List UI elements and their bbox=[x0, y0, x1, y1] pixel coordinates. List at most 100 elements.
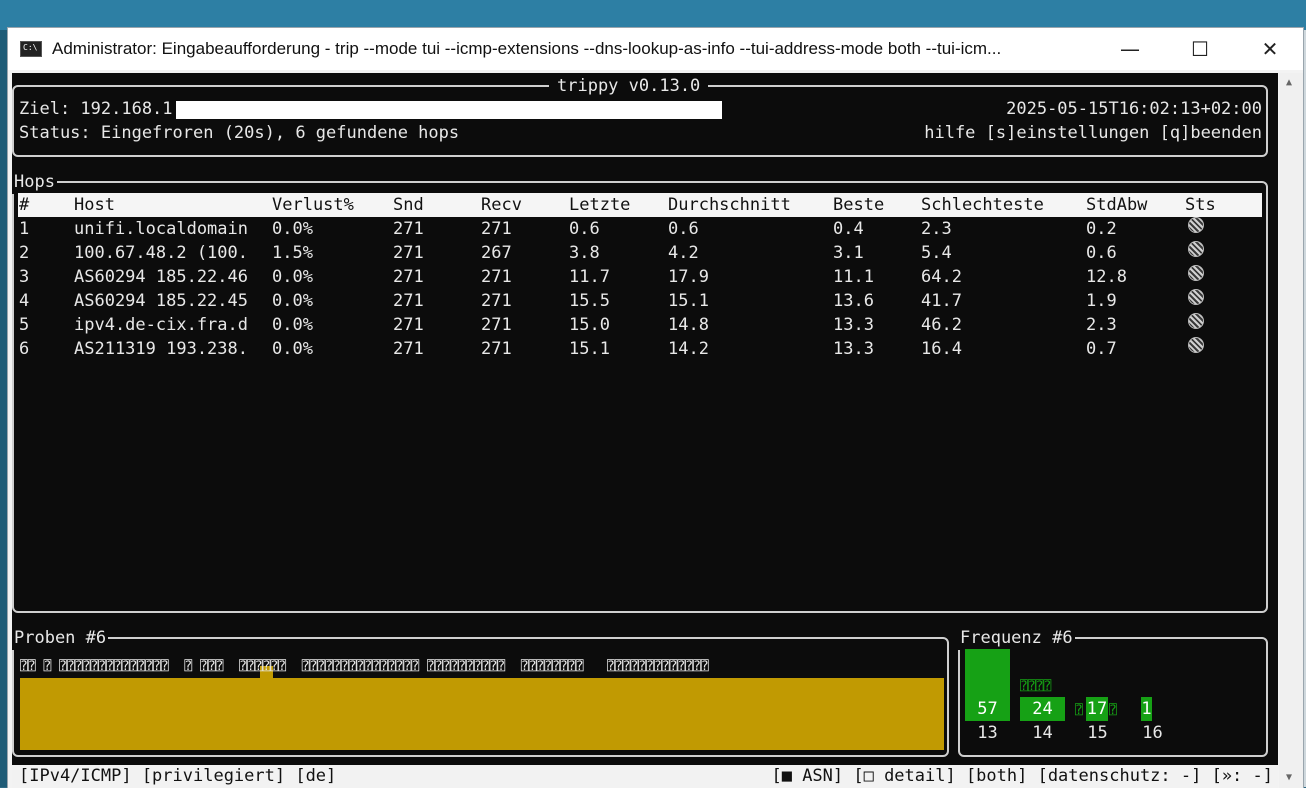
hop-recv: 271 bbox=[481, 339, 512, 359]
maximize-button[interactable]: ☐ bbox=[1170, 28, 1230, 70]
hop-snd: 271 bbox=[393, 243, 424, 263]
table-row[interactable]: 1 unifi.localdomain 0.0% 271 271 0.6 0.6… bbox=[18, 217, 1262, 241]
status-circle-icon bbox=[1188, 265, 1204, 281]
table-row[interactable]: 2 100.67.48.2 (100. 1.5% 271 267 3.8 4.2… bbox=[18, 241, 1262, 265]
hop-worst: 5.4 bbox=[921, 243, 952, 263]
freq-value-16: 1 bbox=[1141, 699, 1152, 719]
window-title: Administrator: Eingabeaufforderung - tri… bbox=[52, 39, 1002, 58]
col-last[interactable]: Letzte bbox=[569, 193, 630, 217]
hop-avg: 0.6 bbox=[668, 219, 699, 239]
hop-stddev: 12.8 bbox=[1086, 267, 1127, 287]
status-text: Status: Eingefroren (20s), 6 gefundene h… bbox=[19, 123, 460, 143]
close-button[interactable]: ✕ bbox=[1240, 28, 1300, 70]
hop-stddev: 1.9 bbox=[1086, 291, 1117, 311]
hop-snd: 271 bbox=[393, 219, 424, 239]
hop-best: 13.3 bbox=[833, 339, 874, 359]
freq-value-13: 57 bbox=[977, 699, 998, 719]
desktop-background bbox=[0, 0, 1306, 30]
col-host[interactable]: Host bbox=[74, 193, 115, 217]
samples-title: Proben #6 bbox=[12, 626, 109, 650]
hops-panel: Hops # Host Verlust% Snd Recv Letzte Dur… bbox=[12, 170, 1268, 613]
freq-glyph-14: ⍰⍰⍰⍰ bbox=[1020, 679, 1052, 694]
hop-last: 3.8 bbox=[569, 243, 600, 263]
hop-host: ipv4.de-cix.fra.d bbox=[74, 315, 248, 335]
footer-bar: [IPv4/ICMP] [privilegiert] [de] [■ ASN] … bbox=[12, 765, 1278, 788]
col-status[interactable]: Sts bbox=[1185, 193, 1216, 217]
status-circle-icon bbox=[1188, 313, 1204, 329]
help-hint: hilfe [s]einstellungen [q]beenden bbox=[924, 123, 1262, 143]
hop-index: 2 bbox=[19, 243, 30, 263]
scrollbar[interactable] bbox=[1279, 73, 1303, 788]
status-circle-icon bbox=[1188, 289, 1204, 305]
header-panel: trippy v0.13.0 Ziel: 192.168.1 2025-05-1… bbox=[12, 74, 1268, 157]
hop-best: 13.3 bbox=[833, 315, 874, 335]
hop-stddev: 0.2 bbox=[1086, 219, 1117, 239]
table-row[interactable]: 4 AS60294 185.22.45 0.0% 271 271 15.5 15… bbox=[18, 289, 1262, 313]
hop-worst: 2.3 bbox=[921, 219, 952, 239]
freq-glyph-15-right: ⍰ bbox=[1109, 703, 1117, 718]
hop-worst: 46.2 bbox=[921, 315, 962, 335]
hop-stddev: 2.3 bbox=[1086, 315, 1117, 335]
col-index: # bbox=[19, 195, 30, 215]
col-best[interactable]: Beste bbox=[833, 193, 884, 217]
timestamp: 2025-05-15T16:02:13+02:00 bbox=[1006, 99, 1262, 119]
samples-bar bbox=[20, 678, 944, 750]
hop-index: 3 bbox=[19, 267, 30, 287]
hop-loss: 0.0% bbox=[272, 291, 313, 311]
hop-recv: 271 bbox=[481, 315, 512, 335]
hop-last: 15.0 bbox=[569, 315, 610, 335]
frequency-title: Frequenz #6 bbox=[958, 626, 1075, 650]
cmd-icon bbox=[20, 41, 42, 57]
status-circle-icon bbox=[1188, 241, 1204, 257]
hop-stddev: 0.6 bbox=[1086, 243, 1117, 263]
scroll-down-icon[interactable]: ▼ bbox=[1286, 772, 1292, 783]
freq-label-13: 13 bbox=[977, 723, 998, 743]
hop-recv: 271 bbox=[481, 291, 512, 311]
hop-loss: 0.0% bbox=[272, 339, 313, 359]
hop-snd: 271 bbox=[393, 339, 424, 359]
col-recv[interactable]: Recv bbox=[481, 193, 522, 217]
hop-worst: 16.4 bbox=[921, 339, 962, 359]
table-header: # Host Verlust% Snd Recv Letzte Durchsch… bbox=[18, 193, 1262, 217]
hop-recv: 267 bbox=[481, 243, 512, 263]
hop-index: 4 bbox=[19, 291, 30, 311]
table-row[interactable]: 3 AS60294 185.22.46 0.0% 271 271 11.7 17… bbox=[18, 265, 1262, 289]
hop-loss: 0.0% bbox=[272, 315, 313, 335]
hop-best: 11.1 bbox=[833, 267, 874, 287]
hop-host: AS211319 193.238. bbox=[74, 339, 248, 359]
terminal-area[interactable]: trippy v0.13.0 Ziel: 192.168.1 2025-05-1… bbox=[12, 73, 1278, 788]
scroll-up-icon[interactable]: ▲ bbox=[1286, 77, 1292, 88]
col-stddev[interactable]: StdAbw bbox=[1086, 193, 1147, 217]
col-avg[interactable]: Durchschnitt bbox=[668, 193, 791, 217]
hop-best: 0.4 bbox=[833, 219, 864, 239]
table-row[interactable]: 5 ipv4.de-cix.fra.d 0.0% 271 271 15.0 14… bbox=[18, 313, 1262, 337]
hop-avg: 4.2 bbox=[668, 243, 699, 263]
hop-snd: 271 bbox=[393, 267, 424, 287]
hop-snd: 271 bbox=[393, 315, 424, 335]
table-row[interactable]: 6 AS211319 193.238. 0.0% 271 271 15.1 14… bbox=[18, 337, 1262, 361]
title-bar[interactable]: Administrator: Eingabeaufforderung - tri… bbox=[8, 28, 1303, 70]
redacted-area bbox=[176, 101, 722, 119]
hop-last: 11.7 bbox=[569, 267, 610, 287]
hop-best: 13.6 bbox=[833, 291, 874, 311]
hop-index: 5 bbox=[19, 315, 30, 335]
hop-host: 100.67.48.2 (100. bbox=[74, 243, 248, 263]
hop-loss: 0.0% bbox=[272, 267, 313, 287]
hop-avg: 14.8 bbox=[668, 315, 709, 335]
status-circle-icon bbox=[1188, 337, 1204, 353]
minimize-button[interactable]: — bbox=[1100, 28, 1160, 70]
hop-snd: 271 bbox=[393, 291, 424, 311]
col-loss[interactable]: Verlust% bbox=[272, 193, 354, 217]
hop-index: 6 bbox=[19, 339, 30, 359]
col-worst[interactable]: Schlechteste bbox=[921, 193, 1044, 217]
hop-recv: 271 bbox=[481, 219, 512, 239]
console-window: Administrator: Eingabeaufforderung - tri… bbox=[7, 27, 1304, 788]
hop-avg: 14.2 bbox=[668, 339, 709, 359]
freq-label-14: 14 bbox=[1032, 723, 1053, 743]
hop-loss: 0.0% bbox=[272, 219, 313, 239]
col-snd[interactable]: Snd bbox=[393, 193, 424, 217]
hop-loss: 1.5% bbox=[272, 243, 313, 263]
hop-last: 0.6 bbox=[569, 219, 600, 239]
hop-avg: 15.1 bbox=[668, 291, 709, 311]
hop-last: 15.5 bbox=[569, 291, 610, 311]
